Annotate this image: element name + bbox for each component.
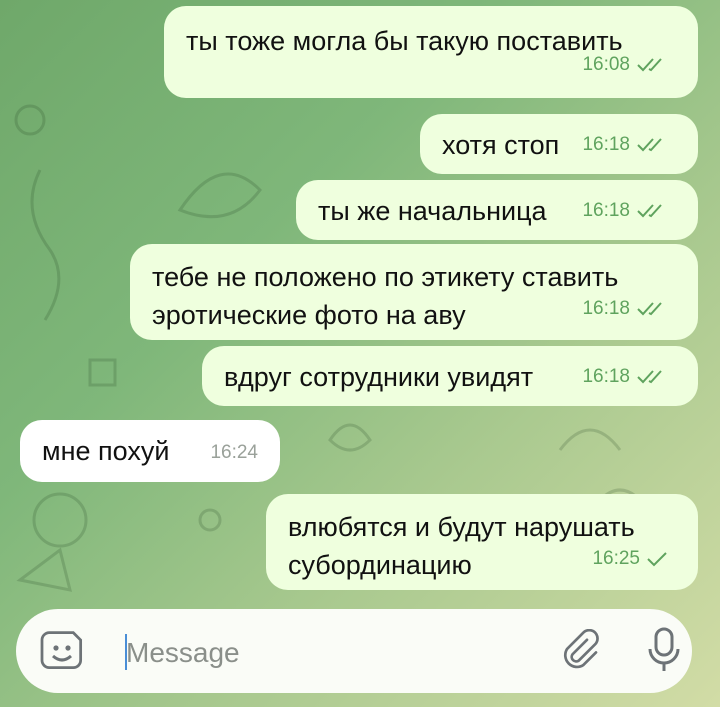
message-meta: 16:18 bbox=[582, 290, 668, 328]
message-bubble[interactable]: ты же начальница 16:18 bbox=[296, 180, 698, 240]
double-check-icon bbox=[636, 301, 668, 317]
paperclip-icon[interactable] bbox=[562, 628, 606, 678]
message-time: 16:18 bbox=[582, 200, 630, 221]
message-meta: 16:08 bbox=[582, 46, 668, 84]
message-time: 16:25 bbox=[592, 548, 640, 569]
message-meta: 16:18 bbox=[582, 358, 668, 396]
message-bubble[interactable]: влюбятся и будут нарушать субординацию 1… bbox=[266, 494, 698, 590]
message-meta: 16:18 bbox=[582, 192, 668, 230]
microphone-icon[interactable] bbox=[644, 625, 684, 682]
double-check-icon bbox=[636, 369, 668, 385]
message-time: 16:18 bbox=[582, 134, 630, 155]
message-bubble[interactable]: хотя стоп 16:18 bbox=[420, 114, 698, 174]
message-time: 16:18 bbox=[582, 366, 630, 387]
message-time: 16:24 bbox=[210, 442, 258, 463]
sticker-icon[interactable] bbox=[40, 629, 86, 680]
message-time: 16:08 bbox=[582, 54, 630, 75]
message-bubble[interactable]: мне похуй 16:24 bbox=[20, 420, 280, 482]
message-composer bbox=[16, 609, 692, 693]
message-meta: 16:18 bbox=[582, 126, 668, 164]
double-check-icon bbox=[636, 137, 668, 153]
message-meta: 16:24 bbox=[210, 434, 258, 472]
double-check-icon bbox=[636, 203, 668, 219]
message-time: 16:18 bbox=[582, 298, 630, 319]
double-check-icon bbox=[636, 57, 668, 73]
message-input[interactable] bbox=[124, 631, 548, 675]
check-icon bbox=[646, 551, 668, 567]
message-bubble[interactable]: вдруг сотрудники увидят 16:18 bbox=[202, 346, 698, 406]
message-bubble[interactable]: тебе не положено по этикету ставить эрот… bbox=[130, 244, 698, 340]
message-meta: 16:25 bbox=[592, 540, 668, 578]
message-bubble[interactable]: ты тоже могла бы такую поставить 16:08 bbox=[164, 6, 698, 98]
